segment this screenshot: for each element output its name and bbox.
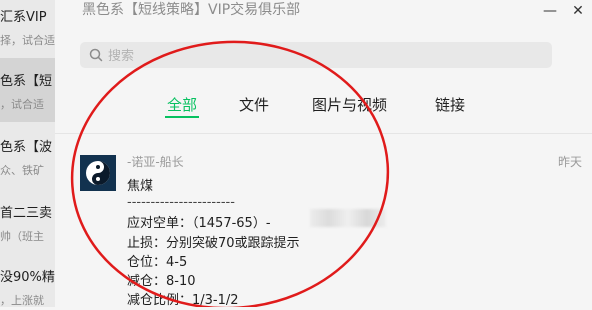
message-line: 仓位：4-5 <box>127 255 188 270</box>
search-icon <box>89 48 103 62</box>
message-line: 应对空单：（1457-65）- <box>127 216 271 231</box>
window-title: 黑色系【短线策略】VIP交易俱乐部 <box>82 2 301 18</box>
close-button[interactable]: ✕ <box>564 0 592 22</box>
chat-preview: 择，试合适 <box>0 34 55 47</box>
chat-preview: 帅（班主 <box>0 230 44 243</box>
chat-title: 没90%精 <box>0 270 55 285</box>
chat-list-item[interactable]: 没90%精 ，上涨就 <box>0 254 55 307</box>
tab-images-videos[interactable]: 图片与视频 <box>312 94 387 115</box>
blurred-redaction <box>310 209 386 227</box>
chat-preview: 众、铁矿 <box>0 164 44 177</box>
message-line: 减仓比例：1/3-1/2 <box>127 293 239 308</box>
active-tab-indicator <box>165 116 199 118</box>
tab-files[interactable]: 文件 <box>239 94 269 115</box>
search-result-item[interactable]: -诺亚-船长 昨天 焦煤 ----------------------- 应对空… <box>80 150 582 310</box>
search-bar[interactable] <box>80 42 552 70</box>
chat-list-item-selected[interactable]: 色系【短 ，试合适 <box>0 58 55 122</box>
tab-all[interactable]: 全部 <box>167 94 197 115</box>
message-line: ----------------------- <box>127 195 235 210</box>
chat-list-item[interactable]: 汇系VIP 择，试合适 <box>0 0 55 58</box>
search-input[interactable] <box>106 42 530 70</box>
message-line: 减仓：8-10 <box>127 274 196 289</box>
chat-title: 汇系VIP <box>0 10 47 25</box>
chat-title: 首二三卖 <box>0 206 53 221</box>
avatar <box>80 155 116 191</box>
chat-list: 汇系VIP 择，试合适 色系【短 ，试合适 色系【波 众、铁矿 首二三卖 帅（班… <box>0 0 56 307</box>
chat-preview: ，上涨就 <box>0 294 44 307</box>
chat-list-item[interactable]: 首二三卖 帅（班主 <box>0 190 55 254</box>
chat-title: 色系【短 <box>0 74 53 89</box>
message-line: 焦煤 <box>127 179 154 194</box>
sender-name: -诺亚-船长 <box>127 155 184 169</box>
divider <box>55 133 592 134</box>
message-line: 止损：分别突破70或跟踪提示 <box>127 236 300 251</box>
message-time: 昨天 <box>557 155 582 169</box>
tab-links[interactable]: 链接 <box>435 94 465 115</box>
chat-preview: ，试合适 <box>0 98 44 111</box>
chat-list-item[interactable]: 色系【波 众、铁矿 <box>0 124 55 188</box>
chat-title: 色系【波 <box>0 140 53 155</box>
minimize-button[interactable]: — <box>536 0 564 22</box>
window-controls: — ✕ <box>536 0 592 22</box>
chat-history-search-panel: 黑色系【短线策略】VIP交易俱乐部 — ✕ 全部 文件 图片与视频 链接 -诺亚… <box>55 0 592 310</box>
